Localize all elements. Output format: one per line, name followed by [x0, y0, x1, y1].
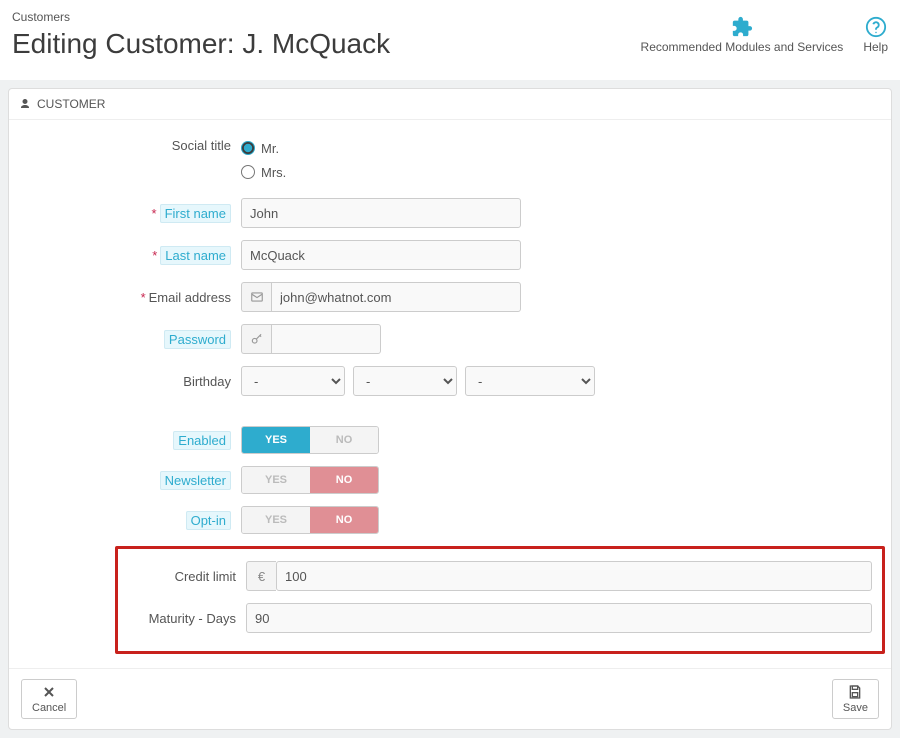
label-optin: Opt-in — [186, 511, 231, 530]
last-name-input[interactable] — [241, 240, 521, 270]
breadcrumb[interactable]: Customers — [12, 10, 390, 24]
save-label: Save — [843, 702, 868, 714]
cancel-button[interactable]: Cancel — [21, 679, 77, 719]
radio-mr-input[interactable] — [241, 141, 255, 155]
maturity-days-input[interactable] — [246, 603, 872, 633]
radio-mrs-input[interactable] — [241, 165, 255, 179]
enabled-toggle[interactable]: YES NO — [241, 426, 379, 454]
password-input[interactable] — [271, 324, 381, 354]
newsletter-yes[interactable]: YES — [242, 467, 310, 493]
newsletter-no[interactable]: NO — [310, 467, 378, 493]
label-social-title: Social title — [23, 138, 241, 153]
key-icon — [241, 324, 271, 354]
birthday-month[interactable]: - — [353, 366, 457, 396]
radio-mrs[interactable]: Mrs. — [241, 162, 286, 182]
save-button[interactable]: Save — [832, 679, 879, 719]
enabled-no[interactable]: NO — [310, 427, 378, 453]
label-credit-limit: Credit limit — [128, 569, 246, 584]
first-name-input[interactable] — [241, 198, 521, 228]
email-input[interactable] — [271, 282, 521, 312]
birthday-year[interactable]: - — [465, 366, 595, 396]
label-maturity-days: Maturity - Days — [128, 611, 246, 626]
label-last-name: Last name — [160, 246, 231, 265]
user-icon — [19, 98, 31, 110]
recommended-modules-button[interactable]: Recommended Modules and Services — [641, 16, 844, 54]
envelope-icon — [241, 282, 271, 312]
credit-limit-input[interactable] — [276, 561, 872, 591]
radio-mr[interactable]: Mr. — [241, 138, 286, 158]
radio-mr-label: Mr. — [261, 141, 279, 156]
help-button[interactable]: Help — [863, 16, 888, 54]
label-first-name: First name — [160, 204, 231, 223]
help-label: Help — [863, 40, 888, 54]
optin-toggle[interactable]: YES NO — [241, 506, 379, 534]
close-icon — [41, 684, 57, 700]
label-email: Email address — [149, 290, 231, 305]
newsletter-toggle[interactable]: YES NO — [241, 466, 379, 494]
label-newsletter: Newsletter — [160, 471, 231, 490]
birthday-day[interactable]: - — [241, 366, 345, 396]
currency-symbol: € — [246, 561, 276, 591]
label-password: Password — [164, 330, 231, 349]
recommended-modules-label: Recommended Modules and Services — [641, 40, 844, 54]
enabled-yes[interactable]: YES — [242, 427, 310, 453]
highlighted-section: Credit limit € Maturity - Days — [115, 546, 885, 654]
label-birthday: Birthday — [23, 374, 241, 389]
save-icon — [847, 684, 863, 700]
optin-no[interactable]: NO — [310, 507, 378, 533]
cancel-label: Cancel — [32, 702, 66, 714]
label-enabled: Enabled — [173, 431, 231, 450]
panel-title: CUSTOMER — [37, 97, 105, 111]
help-icon — [865, 16, 887, 38]
customer-panel: CUSTOMER Social title Mr. Mrs. *First n — [8, 88, 892, 730]
optin-yes[interactable]: YES — [242, 507, 310, 533]
radio-mrs-label: Mrs. — [261, 165, 286, 180]
page-title: Editing Customer: J. McQuack — [12, 28, 390, 60]
puzzle-icon — [731, 16, 753, 38]
